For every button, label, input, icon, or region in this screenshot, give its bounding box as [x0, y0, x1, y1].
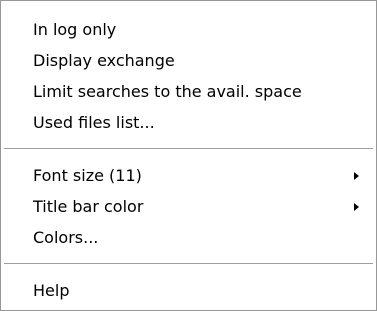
menu-item-display-exchange[interactable]: Display exchange [2, 46, 373, 76]
menu-item-label: Title bar color [33, 197, 144, 216]
menu-item-in-log-only[interactable]: In log only [2, 15, 373, 45]
menu-separator [4, 148, 373, 150]
menu-item-label: Limit searches to the avail. space [33, 82, 302, 101]
menu-item-label: Colors... [33, 228, 99, 247]
menu-item-limit-searches[interactable]: Limit searches to the avail. space [2, 77, 373, 107]
submenu-arrow-icon [354, 172, 359, 180]
menu-item-label: Used files list... [33, 113, 155, 132]
menu-item-colors[interactable]: Colors... [2, 223, 373, 253]
context-menu: In log only Display exchange Limit searc… [0, 0, 377, 311]
menu-item-label: In log only [33, 20, 117, 39]
menu-item-help[interactable]: Help [2, 276, 373, 306]
submenu-arrow-icon [354, 203, 359, 211]
menu-item-used-files-list[interactable]: Used files list... [2, 108, 373, 138]
menu-separator [4, 263, 373, 265]
menu-item-title-bar-color[interactable]: Title bar color [2, 192, 373, 222]
menu-item-label: Font size (11) [33, 166, 142, 185]
menu-item-label: Help [33, 281, 70, 300]
menu-item-font-size[interactable]: Font size (11) [2, 161, 373, 191]
menu-item-label: Display exchange [33, 51, 175, 70]
